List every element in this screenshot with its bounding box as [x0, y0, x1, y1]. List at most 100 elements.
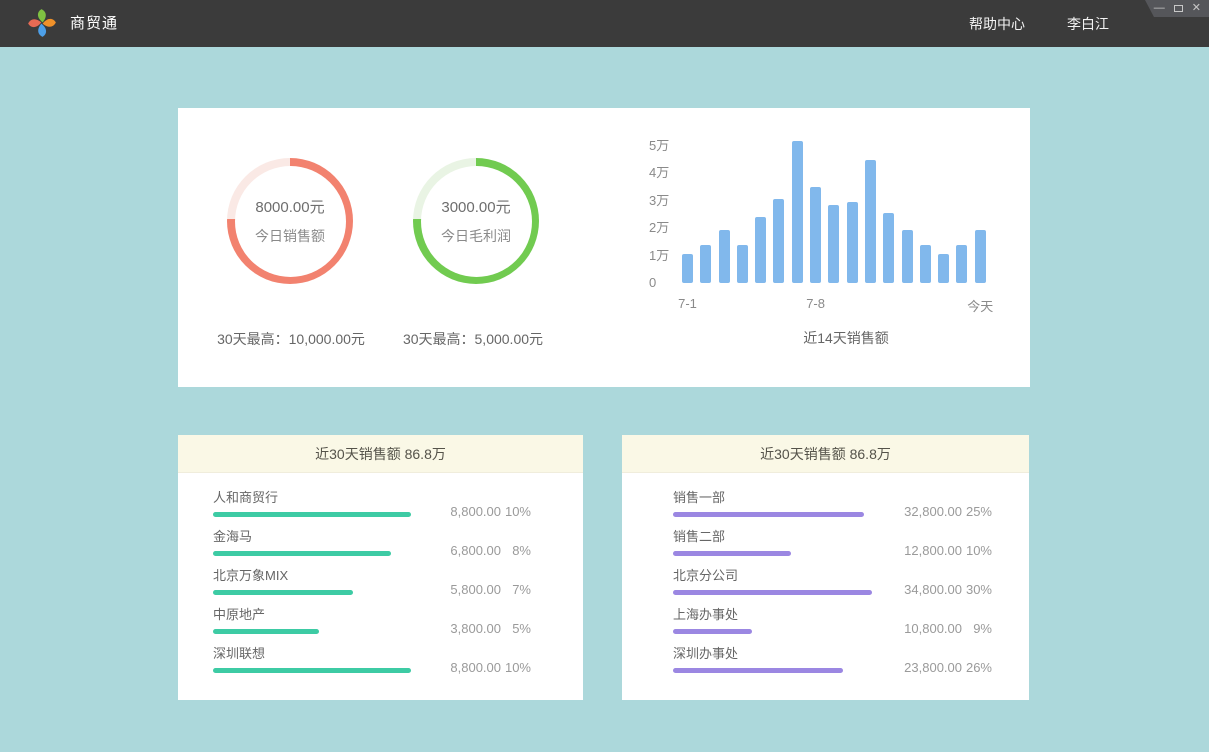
customer-row-1: 人和商贸行8,800.0010% — [178, 491, 583, 530]
titlebar: 商贸通 帮助中心 李白江 — ✕ — [0, 0, 1209, 47]
x-tick-7-1: 7-1 — [678, 296, 697, 311]
department-row-4: 上海办事处10,800.009% — [622, 608, 1029, 647]
department-row-2: 销售二部12,800.0010% — [622, 530, 1029, 569]
y-tick-4万: 4万 — [649, 166, 669, 180]
sales-bar-day-7 — [792, 141, 803, 284]
department-row-3: 北京分公司34,800.0030% — [622, 569, 1029, 608]
department-bar — [673, 512, 864, 517]
customer-rank-title: 近30天销售额 86.8万 — [178, 435, 583, 473]
maximize-icon[interactable] — [1174, 5, 1183, 12]
help-center-link[interactable]: 帮助中心 — [969, 14, 1025, 34]
customer-bar — [213, 551, 391, 556]
app-window: 商贸通 帮助中心 李白江 — ✕ 8000.00元 今日销售额 3000.00元… — [0, 0, 1209, 752]
close-icon[interactable]: ✕ — [1192, 3, 1201, 14]
x-tick-今天: 今天 — [967, 296, 993, 315]
customer-percent: 8% — [501, 543, 531, 559]
sales-bar-day-10 — [847, 202, 858, 283]
customer-amount: 5,800.00 — [450, 582, 501, 597]
sales-bar-day-11 — [865, 160, 876, 283]
department-row-1: 销售一部32,800.0025% — [622, 491, 1029, 530]
customer-percent: 10% — [501, 504, 531, 520]
customer-name: 北京万象MIX — [213, 569, 531, 583]
department-name: 北京分公司 — [673, 569, 992, 583]
department-bar — [673, 551, 791, 556]
department-percent: 26% — [962, 660, 992, 676]
customer-bar — [213, 512, 411, 517]
department-amount: 23,800.00 — [904, 660, 962, 675]
department-amount: 34,800.00 — [904, 582, 962, 597]
customer-amount: 8,800.00 — [450, 660, 501, 675]
sales-bar-day-2 — [700, 245, 711, 283]
customer-rank-list: 人和商贸行8,800.0010%金海马6,800.008%北京万象MIX5,80… — [178, 473, 583, 686]
department-amount: 10,800.00 — [904, 621, 962, 636]
department-bar — [673, 590, 872, 595]
customer-values: 8,800.0010% — [450, 504, 531, 520]
customer-row-5: 深圳联想8,800.0010% — [178, 647, 583, 686]
chart-y-axis: 5万4万3万2万1万0 — [649, 139, 669, 290]
sales-bar-day-13 — [902, 230, 913, 283]
customer-values: 3,800.005% — [450, 621, 531, 637]
sales-bar-day-3 — [719, 230, 730, 283]
y-tick-5万: 5万 — [649, 139, 669, 153]
app-title: 商贸通 — [70, 0, 118, 47]
y-tick-0: 0 — [649, 276, 669, 290]
customer-bar — [213, 590, 353, 595]
sales-bar-day-6 — [773, 199, 784, 283]
customer-values: 5,800.007% — [450, 582, 531, 598]
customer-bar — [213, 668, 411, 673]
minimize-icon[interactable]: — — [1154, 3, 1165, 14]
department-name: 销售二部 — [673, 530, 992, 544]
sales-bar-day-15 — [938, 254, 949, 283]
customer-name: 中原地产 — [213, 608, 531, 622]
today-profit-gauge-center: 3000.00元 今日毛利润 — [421, 166, 532, 277]
customer-percent: 10% — [501, 660, 531, 676]
today-sales-gauge-center: 8000.00元 今日销售额 — [235, 166, 346, 277]
today-sales-gauge: 8000.00元 今日销售额 — [227, 158, 353, 284]
today-profit-gauge: 3000.00元 今日毛利润 — [413, 158, 539, 284]
customer-amount: 3,800.00 — [450, 621, 501, 636]
customer-name: 人和商贸行 — [213, 491, 531, 505]
customer-values: 6,800.008% — [450, 543, 531, 559]
department-sales-rank-card: 近30天销售额 86.8万 销售一部32,800.0025%销售二部12,800… — [622, 435, 1029, 700]
department-name: 上海办事处 — [673, 608, 992, 622]
department-values: 10,800.009% — [904, 621, 992, 637]
department-values: 12,800.0010% — [904, 543, 992, 559]
user-name-link[interactable]: 李白江 — [1067, 14, 1109, 34]
sales-bar-day-4 — [737, 245, 748, 283]
today-sales-value: 8000.00元 — [255, 196, 324, 217]
department-name: 销售一部 — [673, 491, 992, 505]
sales-bar-day-9 — [828, 205, 839, 283]
sales-bar-day-12 — [883, 213, 894, 283]
customer-name: 深圳联想 — [213, 647, 531, 661]
department-values: 23,800.0026% — [904, 660, 992, 676]
customer-percent: 7% — [501, 582, 531, 598]
department-bar — [673, 668, 843, 673]
department-rank-list: 销售一部32,800.0025%销售二部12,800.0010%北京分公司34,… — [622, 473, 1029, 686]
department-row-5: 深圳办事处23,800.0026% — [622, 647, 1029, 686]
department-percent: 10% — [962, 543, 992, 559]
profit-30day-max: 30天最高：5,000.00元 — [363, 329, 583, 349]
department-amount: 32,800.00 — [904, 504, 962, 519]
department-percent: 25% — [962, 504, 992, 520]
department-bar — [673, 629, 752, 634]
department-values: 32,800.0025% — [904, 504, 992, 520]
department-values: 34,800.0030% — [904, 582, 992, 598]
customer-percent: 5% — [501, 621, 531, 637]
customer-values: 8,800.0010% — [450, 660, 531, 676]
sales-bar-day-8 — [810, 187, 821, 283]
department-amount: 12,800.00 — [904, 543, 962, 558]
customer-row-2: 金海马6,800.008% — [178, 530, 583, 569]
sales-bar-day-14 — [920, 245, 931, 283]
department-name: 深圳办事处 — [673, 647, 992, 661]
y-tick-1万: 1万 — [649, 249, 669, 263]
customer-amount: 6,800.00 — [450, 543, 501, 558]
department-rank-title: 近30天销售额 86.8万 — [622, 435, 1029, 473]
sales-bar-day-5 — [755, 217, 766, 283]
customer-bar — [213, 629, 319, 634]
department-percent: 30% — [962, 582, 992, 598]
customer-row-3: 北京万象MIX5,800.007% — [178, 569, 583, 608]
y-tick-2万: 2万 — [649, 221, 669, 235]
sales-bar-chart — [682, 133, 986, 283]
customer-amount: 8,800.00 — [450, 504, 501, 519]
x-tick-7-8: 7-8 — [806, 296, 825, 311]
